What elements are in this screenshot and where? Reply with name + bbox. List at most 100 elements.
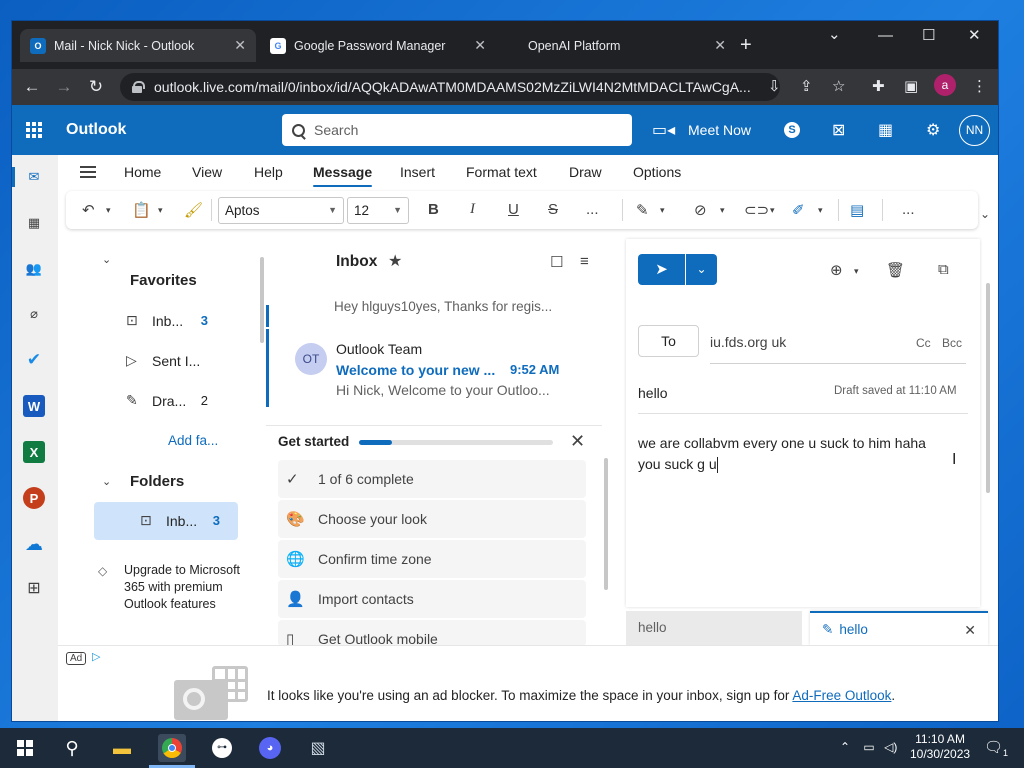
rewrite-icon[interactable]: ▤ — [850, 201, 864, 219]
folders-heading[interactable]: Folders — [130, 473, 184, 490]
tab-view[interactable]: View — [192, 164, 222, 180]
user-avatar[interactable]: NN — [959, 115, 990, 146]
select-mode-icon[interactable]: ☐ — [550, 253, 563, 271]
skype-icon[interactable]: S — [784, 122, 800, 138]
bookmark-star-icon[interactable]: ☆ — [832, 77, 845, 95]
favorites-heading[interactable]: Favorites — [130, 272, 197, 289]
undo-dropdown-chevron-icon[interactable]: ▾ — [106, 205, 111, 216]
strikethrough-icon[interactable]: S — [548, 201, 558, 218]
minimize-icon[interactable]: — — [878, 27, 893, 44]
tab-draw[interactable]: Draw — [569, 164, 602, 180]
favorite-inbox[interactable]: ⊡ Inb... 3 — [82, 302, 226, 340]
tab-search-chevron-icon[interactable]: ⌄ — [828, 25, 841, 43]
more-format-icon[interactable]: ... — [586, 201, 599, 218]
profile-avatar[interactable]: a — [934, 74, 956, 96]
reload-icon[interactable]: ↻ — [84, 75, 108, 99]
get-started-item[interactable]: ▯ Get Outlook mobile — [278, 620, 586, 646]
clipboard-chevron-icon[interactable]: ▾ — [158, 205, 163, 216]
draft-tab-active[interactable]: ✎ hello ✕ — [810, 611, 988, 645]
message-body[interactable]: we are collabvm every one u suck to him … — [638, 433, 958, 475]
window-close-icon[interactable]: ✕ — [968, 26, 981, 44]
to-recipient[interactable]: iu.fds.org uk — [710, 334, 786, 350]
share-icon[interactable]: ⇪ — [800, 77, 813, 95]
extensions-icon[interactable]: ✚ — [872, 77, 885, 95]
compose-scrollbar[interactable] — [986, 283, 990, 493]
settings-gear-icon[interactable]: ⚙ — [926, 120, 940, 140]
italic-icon[interactable]: I — [470, 201, 475, 218]
side-panel-icon[interactable]: ▣ — [904, 77, 918, 95]
url-bar[interactable]: outlook.live.com/mail/0/inbox/id/AQQkADA… — [120, 73, 780, 101]
get-started-item[interactable]: 👤 Import contacts — [278, 580, 586, 618]
ribbon-collapse-chevron-icon[interactable]: ⌄ — [980, 207, 990, 221]
tab-format-text[interactable]: Format text — [466, 164, 537, 180]
font-name-select[interactable]: Aptos ▼ — [218, 197, 344, 224]
clipboard-icon[interactable]: 📋 — [132, 201, 151, 219]
forward-icon[interactable]: → — [52, 75, 76, 99]
my-day-icon[interactable]: ▦ — [878, 120, 893, 140]
back-icon[interactable]: ← — [20, 75, 44, 99]
folder-inbox[interactable]: ⊡ Inb... 3 — [94, 502, 238, 540]
chevron-down-icon[interactable]: ⌄ — [102, 475, 111, 488]
editor-chevron-icon[interactable]: ▾ — [660, 205, 665, 216]
tab-openai[interactable]: OpenAI Platform ✕ — [500, 29, 736, 62]
format-painter-icon[interactable]: 🖌 — [184, 201, 203, 219]
powerpoint-icon[interactable]: P — [23, 487, 45, 509]
search-input[interactable]: Search — [282, 114, 632, 146]
filter-icon[interactable]: ≡ — [580, 253, 589, 270]
screenshot-tool-icon[interactable]: ▧ — [304, 734, 332, 762]
password-app-icon[interactable]: ⊶ — [208, 734, 236, 762]
get-started-item[interactable]: ✓ 1 of 6 complete — [278, 460, 586, 498]
cut-off-preview[interactable]: Hey hlguys10yes, Thanks for regis... — [334, 299, 552, 314]
subject-field[interactable]: hello — [638, 385, 668, 401]
excel-icon[interactable]: X — [23, 441, 45, 463]
tab-insert[interactable]: Insert — [400, 164, 435, 180]
video-camera-icon[interactable]: ▭◂ — [652, 120, 675, 140]
get-started-item[interactable]: 🌐 Confirm time zone — [278, 540, 586, 578]
more-apps-icon[interactable]: ⊞ — [23, 577, 45, 599]
notification-center-icon[interactable]: 🗨1 — [984, 738, 1008, 758]
to-button[interactable]: To — [638, 325, 699, 357]
add-favorite-link[interactable]: Add fa... — [168, 433, 218, 448]
undo-icon[interactable]: ↶ — [82, 201, 95, 219]
close-icon[interactable]: ✕ — [570, 431, 585, 452]
tab-password-manager[interactable]: G Google Password Manager ✕ — [260, 29, 496, 62]
word-icon[interactable]: W — [23, 395, 45, 417]
popout-icon[interactable]: ⧉ — [938, 261, 949, 278]
network-icon[interactable]: ▭ — [863, 740, 874, 754]
volume-icon[interactable]: ◁) — [884, 740, 897, 754]
toolbar-more-icon[interactable]: ... — [902, 201, 915, 218]
draft-tab-inactive[interactable]: hello — [626, 611, 802, 645]
chrome-menu-icon[interactable]: ⋮ — [972, 77, 987, 95]
ad-free-outlook-link[interactable]: Ad-Free Outlook — [792, 688, 891, 703]
todo-icon[interactable]: ✔ — [23, 349, 45, 371]
link-chevron-icon[interactable]: ▾ — [770, 205, 775, 216]
zoom-icon[interactable]: ⊕ — [830, 261, 843, 279]
mail-icon[interactable]: ✉ — [23, 166, 45, 188]
close-icon[interactable]: ✕ — [714, 37, 726, 54]
tab-message[interactable]: Message — [313, 164, 373, 187]
bold-icon[interactable]: B — [428, 201, 439, 218]
install-app-icon[interactable]: ⇩ — [768, 77, 781, 95]
chevron-down-icon[interactable]: ⌄ — [102, 253, 111, 266]
get-started-item[interactable]: 🎨 Choose your look — [278, 500, 586, 538]
close-icon[interactable]: ✕ — [474, 37, 486, 54]
tab-outlook[interactable]: O Mail - Nick Nick - Outlook ✕ — [20, 29, 256, 62]
tab-home[interactable]: Home — [124, 164, 161, 180]
email-row[interactable]: OT Outlook Team Welcome to your new ... … — [266, 329, 602, 407]
discord-icon[interactable]: ◕ — [256, 734, 284, 762]
send-button[interactable]: ➤ — [638, 254, 685, 285]
outlook-brand[interactable]: Outlook — [66, 121, 126, 139]
favorite-drafts[interactable]: ✎ Dra... 2 — [82, 382, 226, 420]
attach-icon[interactable]: ⊘ — [694, 201, 707, 219]
office-apps-icon[interactable]: ⊠ — [832, 120, 845, 140]
new-tab-icon[interactable]: + — [740, 35, 752, 55]
send-options-chevron-icon[interactable]: ⌄ — [686, 254, 717, 285]
maximize-icon[interactable]: ☐ — [922, 26, 935, 44]
windows-start-icon[interactable] — [17, 740, 33, 756]
hamburger-menu-icon[interactable] — [80, 166, 96, 178]
underline-icon[interactable]: U — [508, 201, 519, 218]
discard-icon[interactable]: 🗑 — [886, 261, 905, 279]
file-explorer-icon[interactable]: ▬ — [108, 734, 136, 762]
taskbar-clock[interactable]: 11:10 AM 10/30/2023 — [910, 732, 970, 762]
zoom-chevron-icon[interactable]: ▾ — [854, 266, 859, 277]
